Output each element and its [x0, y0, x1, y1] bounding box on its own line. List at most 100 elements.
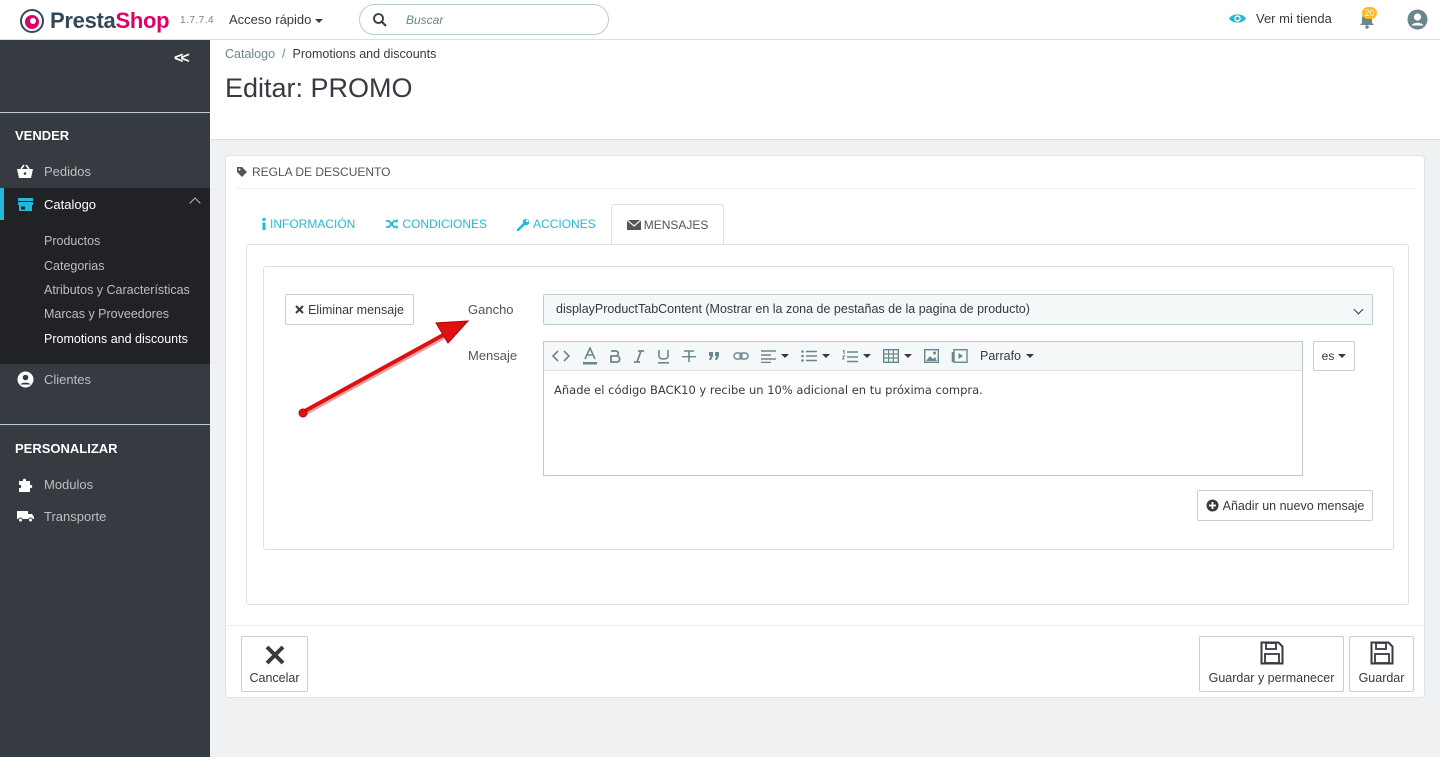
sidebar-item-label: Clientes [44, 371, 91, 387]
info-icon [262, 218, 266, 230]
link-icon[interactable] [733, 346, 749, 366]
prestashop-logo-icon [20, 9, 44, 33]
submenu-item-attributes[interactable]: Atributos y Características [44, 283, 190, 297]
align-left-icon [761, 349, 776, 363]
italic-icon[interactable] [633, 346, 645, 366]
cancel-label: Cancelar [249, 671, 300, 685]
submenu-item-brands[interactable]: Marcas y Proveedores [44, 307, 169, 321]
page-title: Editar: PROMO [225, 73, 413, 103]
font-color-icon[interactable] [582, 346, 598, 366]
save-and-stay-label: Guardar y permanecer [1208, 671, 1335, 685]
paragraph-format-dropdown[interactable]: Parrafo [980, 349, 1034, 363]
sidebar-item-label: Catalogo [44, 196, 97, 212]
underline-icon[interactable] [657, 346, 670, 366]
rich-text-editor: Parrafo Añade el código BACK10 y recibe … [543, 341, 1303, 476]
submenu-item-products[interactable]: Productos [44, 234, 100, 248]
strikethrough-icon[interactable] [682, 346, 696, 366]
sidebar-divider [0, 424, 210, 425]
code-view-icon[interactable] [552, 346, 570, 366]
search-icon [373, 13, 387, 27]
tab-label: CONDICIONES [402, 217, 488, 231]
editor-toolbar: Parrafo [544, 342, 1302, 371]
store-icon [15, 195, 35, 213]
tab-messages[interactable]: MENSAJES [610, 204, 725, 245]
account-circle-icon [15, 370, 35, 388]
panel-heading: REGLA DE DESCUENTO [236, 156, 1414, 189]
table-dropdown[interactable] [883, 349, 912, 363]
catalog-submenu: Productos Categorias Atributos y Caracte… [0, 220, 210, 364]
breadcrumb-link-catalog[interactable]: Catalogo [225, 47, 275, 61]
caret-down-icon [822, 354, 830, 358]
sidebar-item-shipping[interactable]: Transporte [0, 500, 210, 532]
language-dropdown[interactable]: es [1313, 341, 1355, 371]
delete-message-label: Eliminar mensaje [308, 302, 404, 317]
chevron-up-icon [189, 197, 201, 209]
logo-text: PrestaShop [50, 8, 170, 33]
message-textarea[interactable]: Añade el código BACK10 y recibe un 10% a… [544, 371, 1302, 409]
tab-actions[interactable]: ACCIONES [502, 204, 611, 244]
sidebar: << VENDER Pedidos Catalogo Productos Cat… [0, 40, 210, 757]
breadcrumb: Catalogo / Promotions and discounts [225, 47, 436, 61]
eye-icon [1229, 14, 1246, 23]
video-icon[interactable] [951, 346, 968, 366]
section-title-sell: VENDER [15, 128, 70, 143]
submenu-item-promotions[interactable]: Promotions and discounts [44, 332, 188, 346]
cancel-button[interactable]: Cancelar [241, 636, 308, 692]
tab-label: INFORMACIÓN [270, 217, 356, 231]
puzzle-piece-icon [15, 475, 35, 493]
blockquote-icon[interactable] [708, 346, 721, 366]
top-bar: PrestaShop 1.7.7.4 Acceso rápido Buscar … [0, 0, 1440, 40]
tab-label: ACCIONES [533, 217, 596, 231]
cart-rule-panel: REGLA DE DESCUENTO INFORMACIÓN CONDICION… [225, 155, 1425, 698]
tab-label: MENSAJES [643, 217, 709, 232]
save-button[interactable]: Guardar [1349, 636, 1414, 692]
delete-message-button[interactable]: Eliminar mensaje [285, 294, 414, 325]
hook-select[interactable]: displayProductTabContent (Mostrar en la … [543, 294, 1373, 325]
floppy-disk-icon [1260, 641, 1283, 665]
tab-bar: INFORMACIÓN CONDICIONES ACCIONES MENSAJE… [246, 204, 725, 245]
add-new-message-button[interactable]: Añadir un nuevo mensaje [1197, 490, 1373, 521]
add-new-message-label: Añadir un nuevo mensaje [1222, 498, 1365, 513]
sidebar-item-orders[interactable]: Pedidos [0, 155, 210, 187]
breadcrumb-current: Promotions and discounts [292, 47, 437, 61]
picture-icon[interactable] [924, 346, 939, 366]
user-account-icon[interactable] [1407, 9, 1428, 30]
prestashop-logo[interactable]: PrestaShop [20, 8, 170, 34]
sidebar-item-catalog[interactable]: Catalogo [0, 188, 210, 220]
caret-down-icon [315, 18, 324, 23]
bullet-list-dropdown[interactable] [801, 350, 830, 362]
tab-information[interactable]: INFORMACIÓN [246, 204, 370, 244]
numbered-list-dropdown[interactable] [842, 349, 871, 363]
caret-down-icon [1338, 354, 1347, 358]
view-shop-link[interactable]: Ver mi tienda [1228, 11, 1332, 26]
sidebar-item-customers[interactable]: Clientes [0, 363, 210, 395]
sidebar-item-label: Modulos [44, 476, 94, 492]
sidebar-item-modules[interactable]: Modulos [0, 468, 210, 500]
section-title-customize: PERSONALIZAR [15, 441, 118, 456]
tab-content: Eliminar mensaje Gancho displayProductTa… [246, 244, 1409, 605]
language-label: es [1321, 349, 1335, 363]
bold-icon[interactable] [610, 346, 621, 366]
close-icon [265, 645, 284, 665]
tab-conditions[interactable]: CONDICIONES [370, 204, 502, 244]
caret-down-icon [1026, 354, 1034, 358]
save-and-stay-button[interactable]: Guardar y permanecer [1199, 636, 1344, 692]
notifications-badge: 20 [1362, 7, 1377, 19]
search-placeholder: Buscar [406, 13, 444, 27]
message-label: Mensaje [468, 348, 518, 363]
search-input[interactable]: Buscar [359, 4, 609, 35]
submenu-item-categories[interactable]: Categorias [44, 259, 104, 273]
random-shuffle-icon [386, 219, 399, 229]
collapse-sidebar-icon[interactable]: << [174, 50, 190, 68]
align-dropdown[interactable] [761, 349, 789, 363]
panel-heading-label: REGLA DE DESCUENTO [252, 165, 391, 179]
close-icon [295, 305, 304, 314]
truck-icon [15, 507, 35, 525]
caret-down-icon [904, 354, 912, 358]
table-icon [883, 349, 899, 363]
sidebar-item-label: Transporte [44, 508, 107, 524]
shopping-basket-icon [15, 162, 35, 180]
save-label: Guardar [1358, 671, 1405, 685]
tag-icon [237, 167, 247, 177]
quick-access-dropdown[interactable]: Acceso rápido [229, 12, 324, 27]
